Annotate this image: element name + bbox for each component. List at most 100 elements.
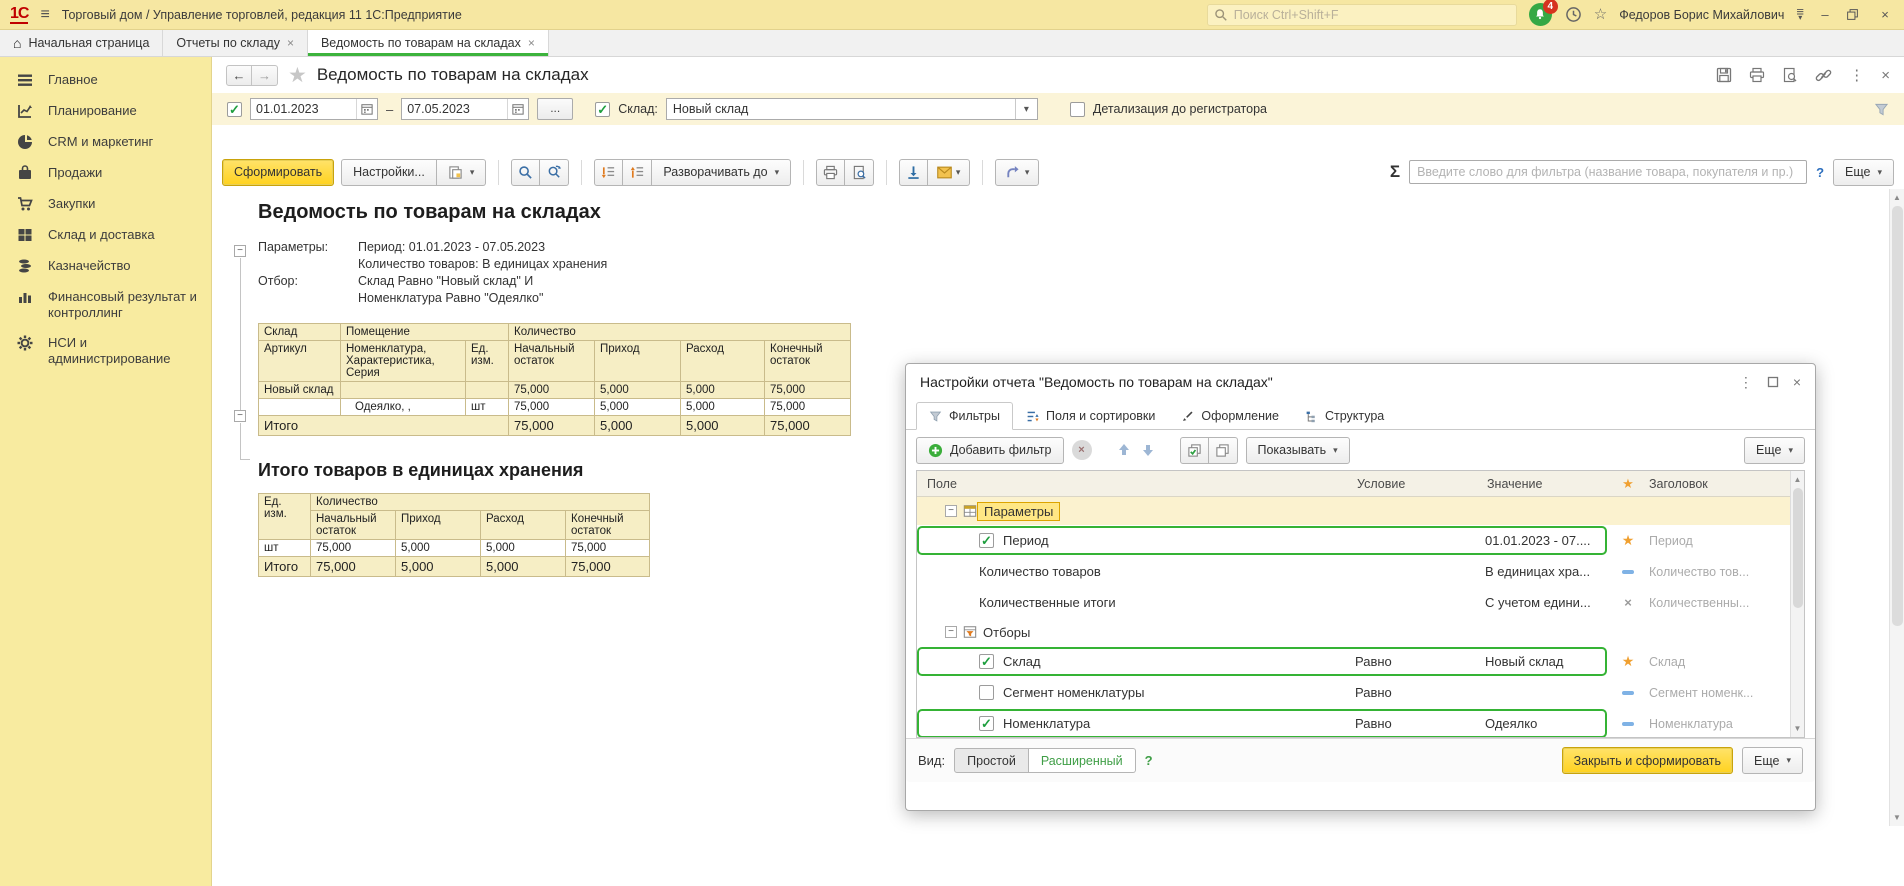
dialog-more-button[interactable]: Еще ▾ — [1744, 437, 1805, 464]
get-link-icon[interactable] — [1815, 67, 1832, 84]
period-checkbox[interactable]: ✓ — [227, 102, 242, 117]
filter-row-warehouse[interactable]: ✓Склад Равно Новый склад ★ Склад — [917, 646, 1804, 677]
row-checkbox[interactable]: ✓ — [979, 533, 994, 548]
row-checkbox[interactable]: ✓ — [979, 716, 994, 731]
sidebar-item-purchases[interactable]: Закупки — [0, 189, 211, 220]
tab-structure[interactable]: Структура — [1292, 402, 1397, 430]
report-scrollbar[interactable]: ▲ ▼ — [1889, 189, 1904, 826]
sidebar-item-warehouse[interactable]: Склад и доставка — [0, 220, 211, 251]
window-restore-button[interactable] — [1846, 8, 1864, 21]
x-mark-icon[interactable]: × — [1624, 595, 1632, 610]
find-next-icon[interactable] — [540, 159, 569, 186]
dialog-help-link[interactable]: ? — [1145, 753, 1153, 768]
window-close-button[interactable]: × — [1876, 7, 1894, 22]
chevron-down-icon[interactable]: ▾ — [1015, 99, 1037, 119]
nav-forward-button[interactable]: → — [252, 65, 278, 86]
group-row-parameters[interactable]: − Параметры — [917, 497, 1804, 525]
main-menu-icon[interactable]: ≡ — [40, 6, 49, 24]
sidebar-item-financial-result[interactable]: Финансовый результат и контроллинг — [0, 282, 211, 328]
save-icon[interactable] — [1716, 67, 1732, 83]
table-row[interactable]: шт 75,000 5,000 5,000 75,000 — [259, 540, 650, 557]
filter-row-nomenclature[interactable]: ✓Номенклатура Равно Одеялко Номенклатура — [917, 708, 1804, 738]
user-menu-icon[interactable]: ≡ ▾ — [1796, 8, 1804, 21]
expand-groups-icon[interactable] — [623, 159, 652, 186]
table-row[interactable]: Новый склад 75,000 5,000 5,000 75,000 — [259, 382, 851, 399]
collapse-report-icon[interactable]: − — [234, 245, 246, 257]
star-mark-icon[interactable]: ★ — [1622, 532, 1635, 549]
sum-selected-icon[interactable]: Σ — [1390, 162, 1400, 182]
sidebar-item-crm[interactable]: CRM и маркетинг — [0, 127, 211, 158]
dash-mark-icon[interactable] — [1622, 722, 1634, 726]
show-button[interactable]: Показывать ▾ — [1246, 437, 1350, 464]
collapse-group-icon[interactable]: − — [234, 410, 246, 422]
find-icon[interactable] — [511, 159, 540, 186]
tab-goods-statement[interactable]: Ведомость по товарам на складах × — [308, 30, 549, 56]
send-email-button[interactable]: ▾ — [928, 159, 970, 186]
report-variants-button[interactable]: ▾ — [437, 159, 487, 186]
group-row-selections[interactable]: − Отборы — [917, 618, 1804, 646]
quick-filter-input[interactable] — [1409, 160, 1807, 184]
resend-button[interactable]: ▾ — [995, 159, 1039, 186]
tab-appearance[interactable]: Оформление — [1168, 402, 1292, 430]
view-simple-button[interactable]: Простой — [954, 748, 1029, 773]
calendar-icon[interactable] — [356, 99, 377, 119]
sidebar-item-planning[interactable]: Планирование — [0, 96, 211, 127]
dialog-close-icon[interactable]: × — [1793, 374, 1801, 390]
tab-fields-sorting[interactable]: Поля и сортировки — [1013, 402, 1168, 430]
expand-to-button[interactable]: Разворачивать до ▾ — [652, 159, 791, 186]
dialog-more-icon[interactable]: ⋮ — [1739, 374, 1753, 391]
view-advanced-button[interactable]: Расширенный — [1029, 748, 1136, 773]
global-search[interactable] — [1207, 4, 1517, 26]
table-row[interactable]: Одеялко, , шт 75,000 5,000 5,000 75,000 — [259, 399, 851, 416]
more-button[interactable]: Еще ▾ — [1833, 159, 1894, 186]
dash-mark-icon[interactable] — [1622, 691, 1634, 695]
favorite-star-icon[interactable]: ★ — [288, 63, 307, 88]
print-preview-icon[interactable] — [1782, 67, 1798, 83]
user-name[interactable]: Федоров Борис Михайлович — [1619, 8, 1784, 22]
sidebar-item-nsi-administration[interactable]: НСИ и администрирование — [0, 328, 211, 374]
dialog-scrollbar[interactable]: ▲ ▼ — [1790, 471, 1804, 737]
tab-warehouse-reports[interactable]: Отчеты по складу × — [163, 30, 308, 56]
sidebar-item-main[interactable]: Главное — [0, 65, 211, 96]
generate-button[interactable]: Сформировать — [222, 159, 334, 186]
dash-mark-icon[interactable] — [1622, 570, 1634, 574]
scrollbar-thumb[interactable] — [1793, 488, 1803, 608]
scroll-up-icon[interactable]: ▲ — [1794, 471, 1802, 488]
settings-button[interactable]: Настройки... — [341, 159, 437, 186]
row-checkbox[interactable] — [979, 685, 994, 700]
close-icon[interactable]: × — [287, 36, 294, 50]
filter-row-period[interactable]: ✓Период 01.01.2023 - 07.... ★ Период — [917, 525, 1804, 556]
warehouse-checkbox[interactable]: ✓ — [595, 102, 610, 117]
calendar-icon[interactable] — [507, 99, 528, 119]
sidebar-item-treasury[interactable]: Казначейство — [0, 251, 211, 282]
close-icon[interactable]: × — [528, 36, 535, 50]
star-mark-icon[interactable]: ★ — [1622, 653, 1635, 670]
filter-row-nomenclature-segment[interactable]: Сегмент номенклатуры Равно Сегмент номен… — [917, 677, 1804, 708]
tab-home[interactable]: ⌂ Начальная страница — [0, 30, 163, 56]
tab-filters[interactable]: Фильтры — [916, 402, 1013, 430]
scroll-down-icon[interactable]: ▼ — [1794, 720, 1802, 737]
period-options-button[interactable]: ... — [537, 98, 573, 120]
print-preview-button[interactable] — [845, 159, 874, 186]
add-filter-button[interactable]: Добавить фильтр — [916, 437, 1064, 464]
filter-funnel-icon[interactable] — [1874, 102, 1889, 117]
sidebar-item-sales[interactable]: Продажи — [0, 158, 211, 189]
window-minimize-button[interactable]: – — [1816, 7, 1834, 22]
more-actions-icon[interactable]: ⋮ — [1849, 66, 1864, 84]
remove-filter-icon[interactable]: × — [1072, 440, 1092, 460]
help-link[interactable]: ? — [1816, 165, 1824, 180]
footer-more-button[interactable]: Еще ▾ — [1742, 747, 1803, 774]
table-total-row[interactable]: Итого 75,000 5,000 5,000 75,000 — [259, 416, 851, 436]
collapse-icon[interactable]: − — [945, 505, 957, 517]
save-file-button[interactable] — [899, 159, 928, 186]
filter-row-goods-quantity[interactable]: Количество товаров В единицах хра... Кол… — [917, 556, 1804, 587]
move-down-icon[interactable] — [1140, 442, 1156, 458]
collapse-groups-icon[interactable] — [594, 159, 623, 186]
close-and-generate-button[interactable]: Закрыть и сформировать — [1562, 747, 1733, 774]
check-all-icon[interactable] — [1180, 437, 1209, 464]
favorites-icon[interactable]: ☆ — [1594, 7, 1607, 22]
print-icon[interactable] — [1749, 67, 1765, 83]
notifications-button[interactable]: 4 — [1529, 3, 1553, 27]
warehouse-combo[interactable]: Новый склад ▾ — [666, 98, 1038, 120]
dialog-maximize-icon[interactable] — [1767, 376, 1779, 388]
